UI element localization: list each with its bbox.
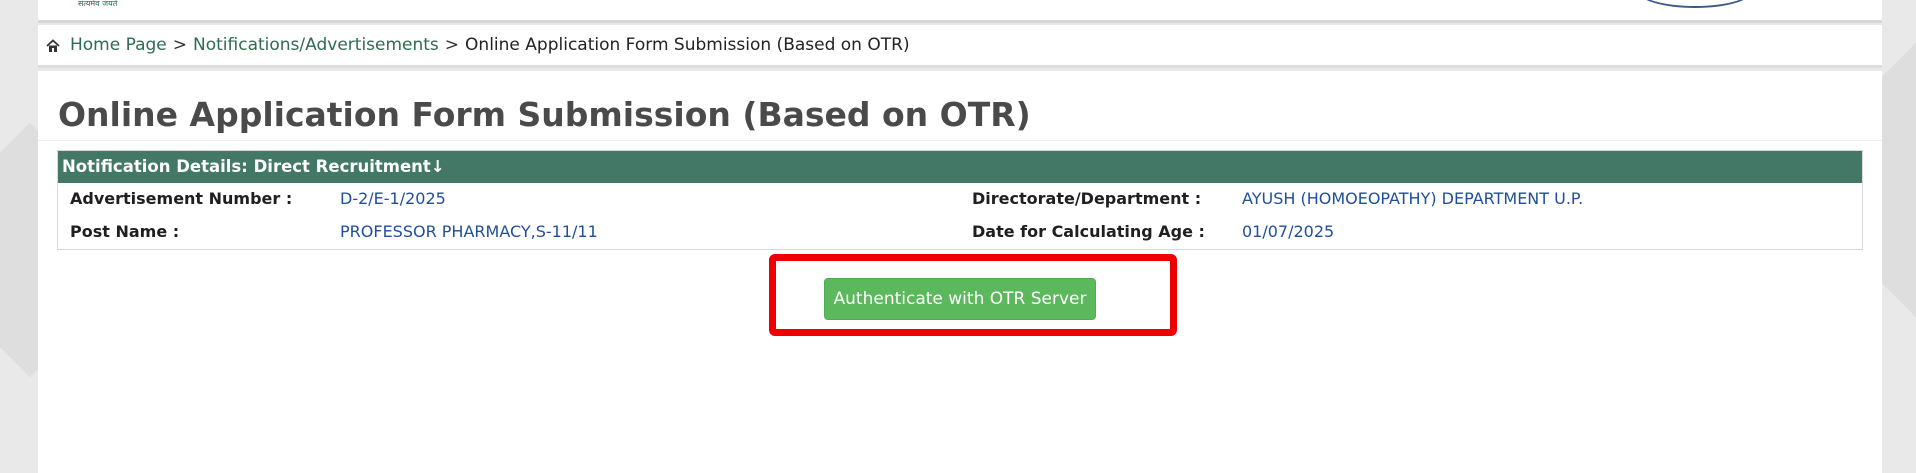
date-age-label: Date for Calculating Age : (972, 222, 1205, 241)
emblem-seal (1638, 0, 1752, 8)
divider (38, 140, 1882, 141)
advertisement-number-label: Advertisement Number : (70, 189, 293, 208)
detail-row: Post Name : PROFESSOR PHARMACY,S-11/11 D… (58, 220, 1862, 244)
date-age-value: 01/07/2025 (1242, 222, 1335, 241)
directorate-value: AYUSH (HOMOEOPATHY) DEPARTMENT U.P. (1242, 189, 1584, 208)
post-name-value: PROFESSOR PHARMACY,S-11/11 (340, 222, 598, 241)
post-name-label: Post Name : (70, 222, 180, 241)
authenticate-otr-button[interactable]: Authenticate with OTR Server (824, 278, 1096, 320)
page-title: Online Application Form Submission (Base… (58, 95, 1031, 134)
breadcrumb-home-link[interactable]: Home Page (70, 35, 167, 55)
directorate-label: Directorate/Department : (972, 189, 1202, 208)
notification-details-panel: Notification Details: Direct Recruitment… (57, 150, 1863, 250)
notification-header: Notification Details: Direct Recruitment… (58, 151, 1862, 183)
site-header: सत्यमेव जयते (38, 0, 1882, 23)
breadcrumb-separator: > (444, 35, 460, 55)
detail-row: Advertisement Number : D-2/E-1/2025 Dire… (58, 187, 1862, 211)
breadcrumb-current: Online Application Form Submission (Base… (465, 35, 910, 55)
breadcrumb-separator: > (172, 35, 188, 55)
home-icon[interactable] (46, 38, 60, 52)
emblem-caption: सत्यमेव जयते (78, 0, 118, 8)
advertisement-number-value: D-2/E-1/2025 (340, 189, 446, 208)
breadcrumb-notifications-link[interactable]: Notifications/Advertisements (193, 35, 439, 55)
breadcrumb: Home Page > Notifications/Advertisements… (38, 25, 1882, 68)
main-content: Online Application Form Submission (Base… (38, 71, 1882, 473)
